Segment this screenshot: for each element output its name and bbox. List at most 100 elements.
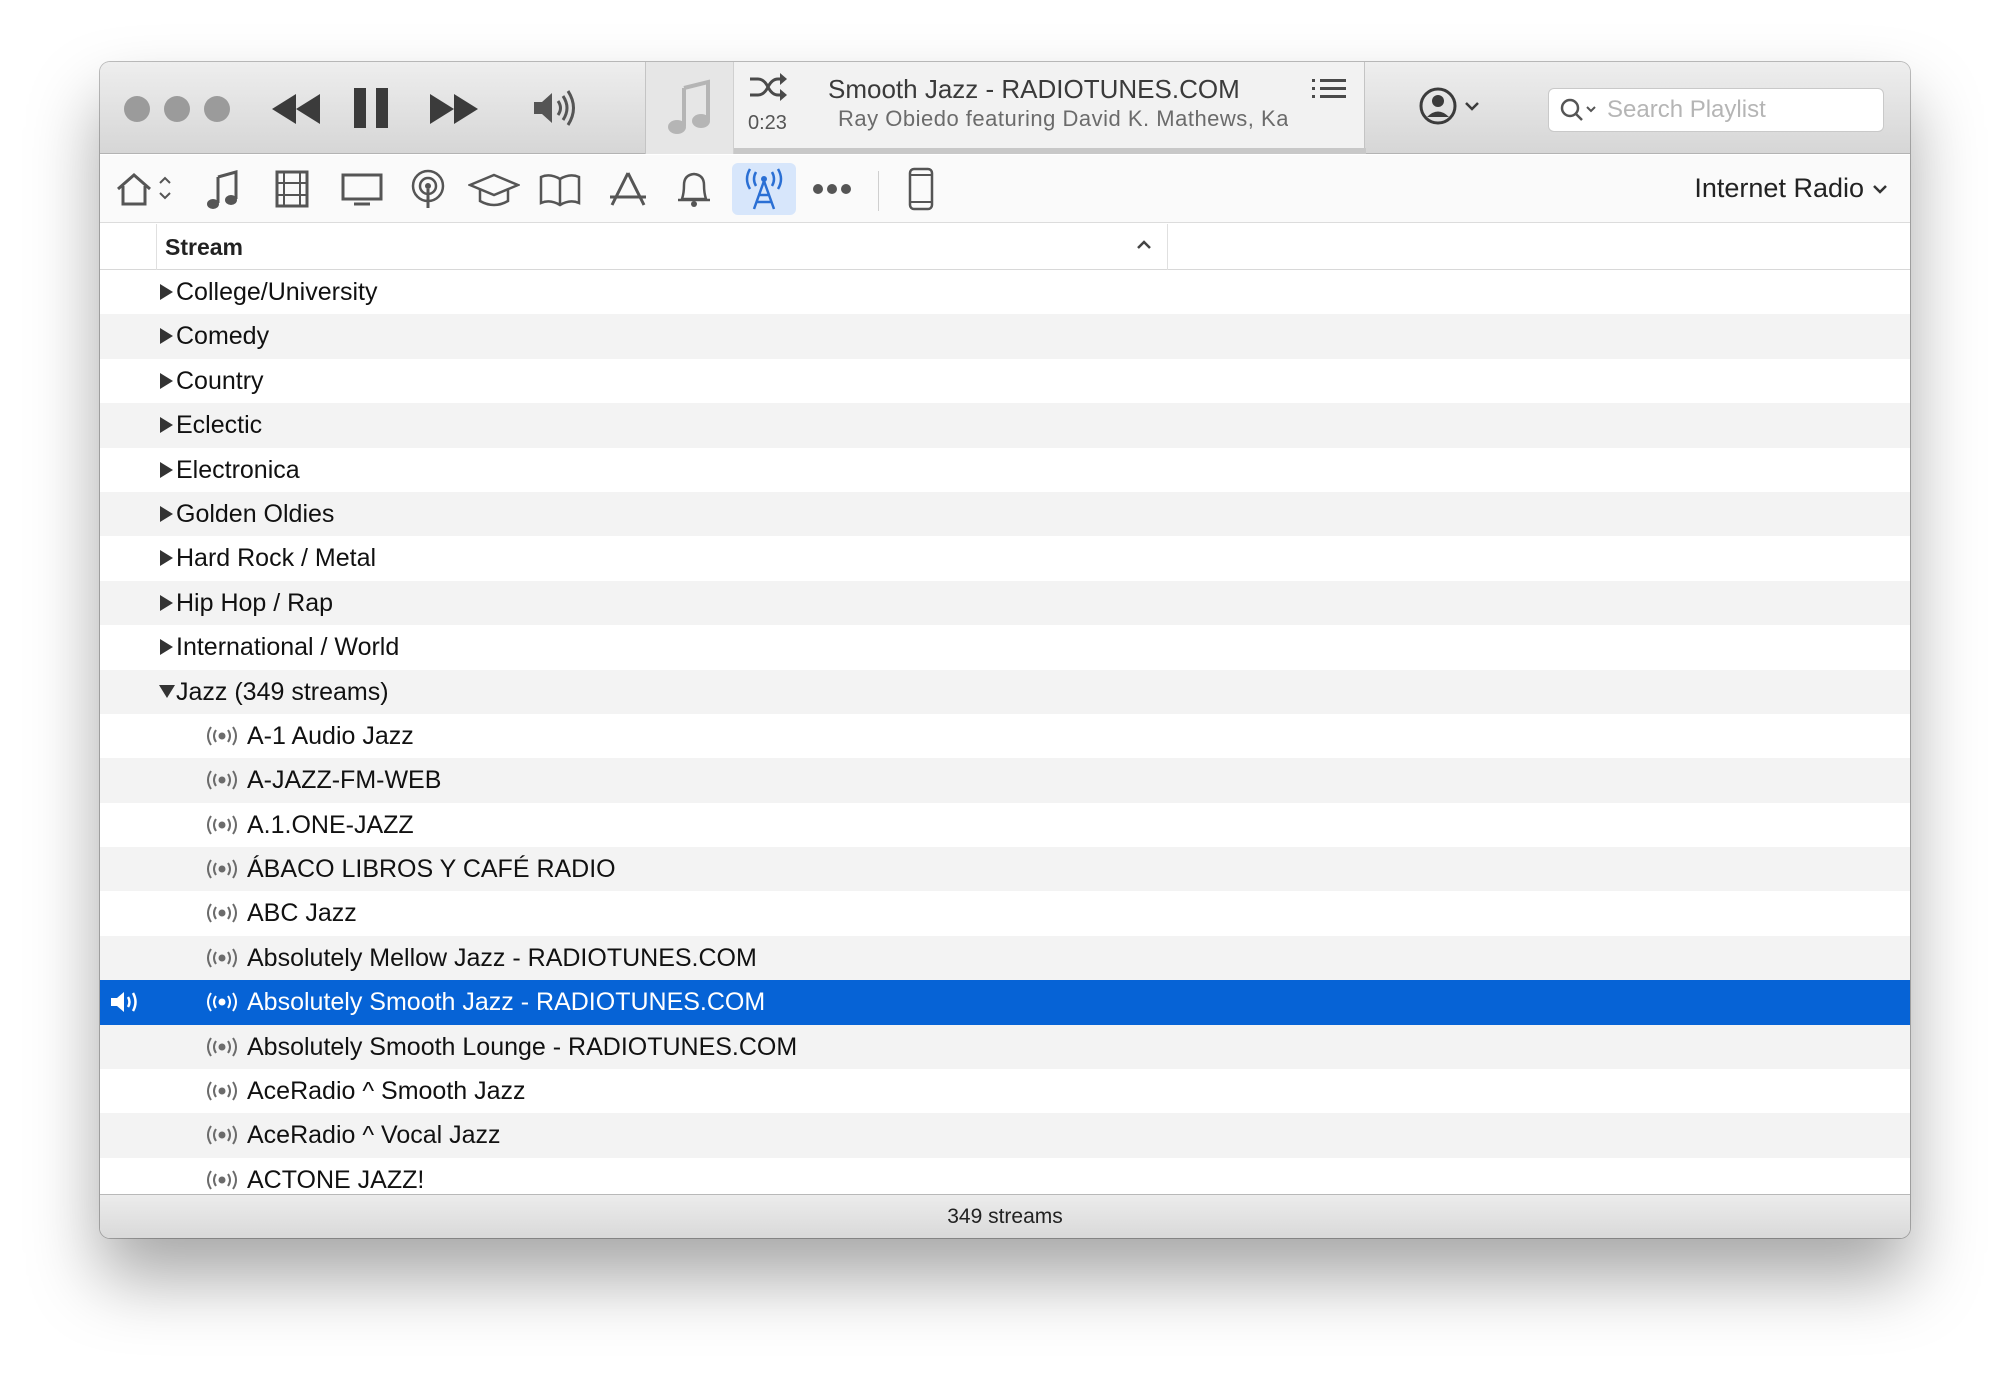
previous-track-button[interactable] [270,92,322,131]
account-button[interactable] [1418,86,1480,126]
stream-column-header[interactable]: Stream [156,224,1168,270]
stream-row[interactable]: A.1.ONE-JAZZ [100,802,1910,848]
podcasts-tab[interactable] [400,163,456,215]
zoom-window-button[interactable] [204,96,230,122]
up-next-button[interactable] [1310,76,1348,111]
category-label: Country [176,366,264,395]
graduation-cap-icon [468,173,520,207]
playback-progress-track[interactable] [734,148,1366,154]
disclosure-triangle-right-icon[interactable] [158,461,174,479]
disclosure-triangle-right-icon[interactable] [158,638,174,656]
device-button[interactable] [896,163,946,215]
home-icon [117,173,171,206]
more-button[interactable] [804,163,860,215]
category-label: Hard Rock / Metal [176,544,377,573]
stream-row[interactable]: A-JAZZ-FM-WEB [100,758,1910,803]
disclosure-triangle-right-icon[interactable] [158,594,174,612]
home-button[interactable] [114,163,174,215]
player-toolbar: 0:23 Smooth Jazz - RADIOTUNES.COM Ray Ob… [100,62,1910,154]
stream-row[interactable]: ABC Jazz [100,891,1910,936]
disclosure-triangle-right-icon[interactable] [158,327,174,345]
minimize-window-button[interactable] [164,96,190,122]
list-icon [1312,79,1346,98]
internet-radio-tab[interactable] [732,163,796,215]
tv-shows-tab[interactable] [330,163,394,215]
broadcast-icon [207,992,237,1012]
category-label: Eclectic [176,411,263,440]
disclosure-triangle-down-icon[interactable] [158,683,176,699]
sort-ascending-icon [1137,240,1151,249]
toolbar-divider [878,171,879,211]
stream-row[interactable]: Absolutely Mellow Jazz - RADIOTUNES.COM [100,935,1910,981]
stream-row[interactable]: ACTONE JAZZ! [100,1157,1910,1194]
category-row[interactable]: College/University [100,270,1910,315]
category-label: Golden Oldies [176,499,335,528]
apps-tab[interactable] [600,163,656,215]
bell-icon [678,172,710,207]
close-window-button[interactable] [124,96,150,122]
category-row[interactable]: Electronica [100,447,1910,492]
disclosure-triangle-right-icon[interactable] [158,549,174,567]
stream-row[interactable]: AceRadio ^ Vocal Jazz [100,1113,1910,1158]
music-tab[interactable] [196,163,252,215]
status-bar: 349 streams [100,1194,1910,1238]
media-kind-toolbar: Internet Radio [100,155,1910,223]
category-row[interactable]: Golden Oldies [100,491,1910,537]
film-icon [275,170,309,208]
search-input[interactable] [1607,96,1857,124]
stream-row[interactable]: Absolutely Smooth Lounge - RADIOTUNES.CO… [100,1024,1910,1070]
books-tab[interactable] [530,163,590,215]
next-track-button[interactable] [428,92,480,131]
disclosure-triangle-right-icon[interactable] [158,372,174,390]
now-playing-display[interactable]: 0:23 Smooth Jazz - RADIOTUNES.COM Ray Ob… [645,62,1366,154]
category-row[interactable]: Eclectic [100,403,1910,448]
stream-label: Absolutely Mellow Jazz - RADIOTUNES.COM [247,943,757,972]
iphone-icon [908,167,934,211]
pause-button[interactable] [352,86,390,135]
stream-count: 349 streams [947,1204,1063,1228]
category-label: Electronica [176,455,300,484]
category-row[interactable]: Hard Rock / Metal [100,536,1910,581]
more-icon [813,184,851,194]
shuffle-button[interactable] [748,72,788,107]
now-playing-title: Smooth Jazz - RADIOTUNES.COM [828,74,1240,104]
category-label: College/University [176,278,378,306]
category-row[interactable]: Hip Hop / Rap [100,580,1910,626]
stream-label: ÁBACO LIBROS Y CAFÉ RADIO [247,855,616,884]
app-store-icon [610,172,646,206]
disclosure-triangle-right-icon[interactable] [158,283,174,301]
album-artwork[interactable] [646,62,734,154]
disclosure-triangle-right-icon[interactable] [158,416,174,434]
movies-tab[interactable] [264,163,320,215]
stream-label: AceRadio ^ Vocal Jazz [247,1121,501,1150]
stream-label: A-1 Audio Jazz [247,721,414,750]
stream-row[interactable]: A-1 Audio Jazz [100,713,1910,759]
music-note-icon [207,170,238,209]
category-row[interactable]: Comedy [100,314,1910,359]
source-picker[interactable]: Internet Radio [1694,173,1888,204]
tones-tab[interactable] [666,163,722,215]
broadcast-icon [207,1081,237,1101]
window-controls [124,96,230,122]
category-row[interactable]: International / World [100,625,1910,670]
itunes-u-tab[interactable] [462,163,526,215]
search-field[interactable] [1548,88,1884,132]
shuffle-icon [750,73,787,101]
volume-button[interactable] [532,88,580,133]
rewind-icon [272,94,320,124]
itunes-window: 0:23 Smooth Jazz - RADIOTUNES.COM Ray Ob… [100,62,1910,1238]
stream-row-selected[interactable]: Absolutely Smooth Jazz - RADIOTUNES.COM [100,980,1910,1025]
elapsed-time: 0:23 [748,112,787,134]
category-row[interactable]: Country [100,358,1910,404]
broadcast-icon [207,726,237,746]
book-icon [539,174,581,207]
disclosure-triangle-right-icon[interactable] [158,505,174,523]
chevron-down-icon [1465,102,1479,111]
category-row-expanded[interactable]: Jazz (349 streams) [100,669,1910,714]
stream-row[interactable]: AceRadio ^ Smooth Jazz [100,1069,1910,1114]
stream-row[interactable]: ÁBACO LIBROS Y CAFÉ RADIO [100,847,1910,892]
stream-list: College/University Comedy Country Eclect… [100,270,1910,1194]
broadcast-icon [207,903,237,924]
now-playing-subtitle: Ray Obiedo featuring David K. Mathews, K… [838,106,1288,131]
category-label: Jazz (349 streams) [176,677,389,706]
